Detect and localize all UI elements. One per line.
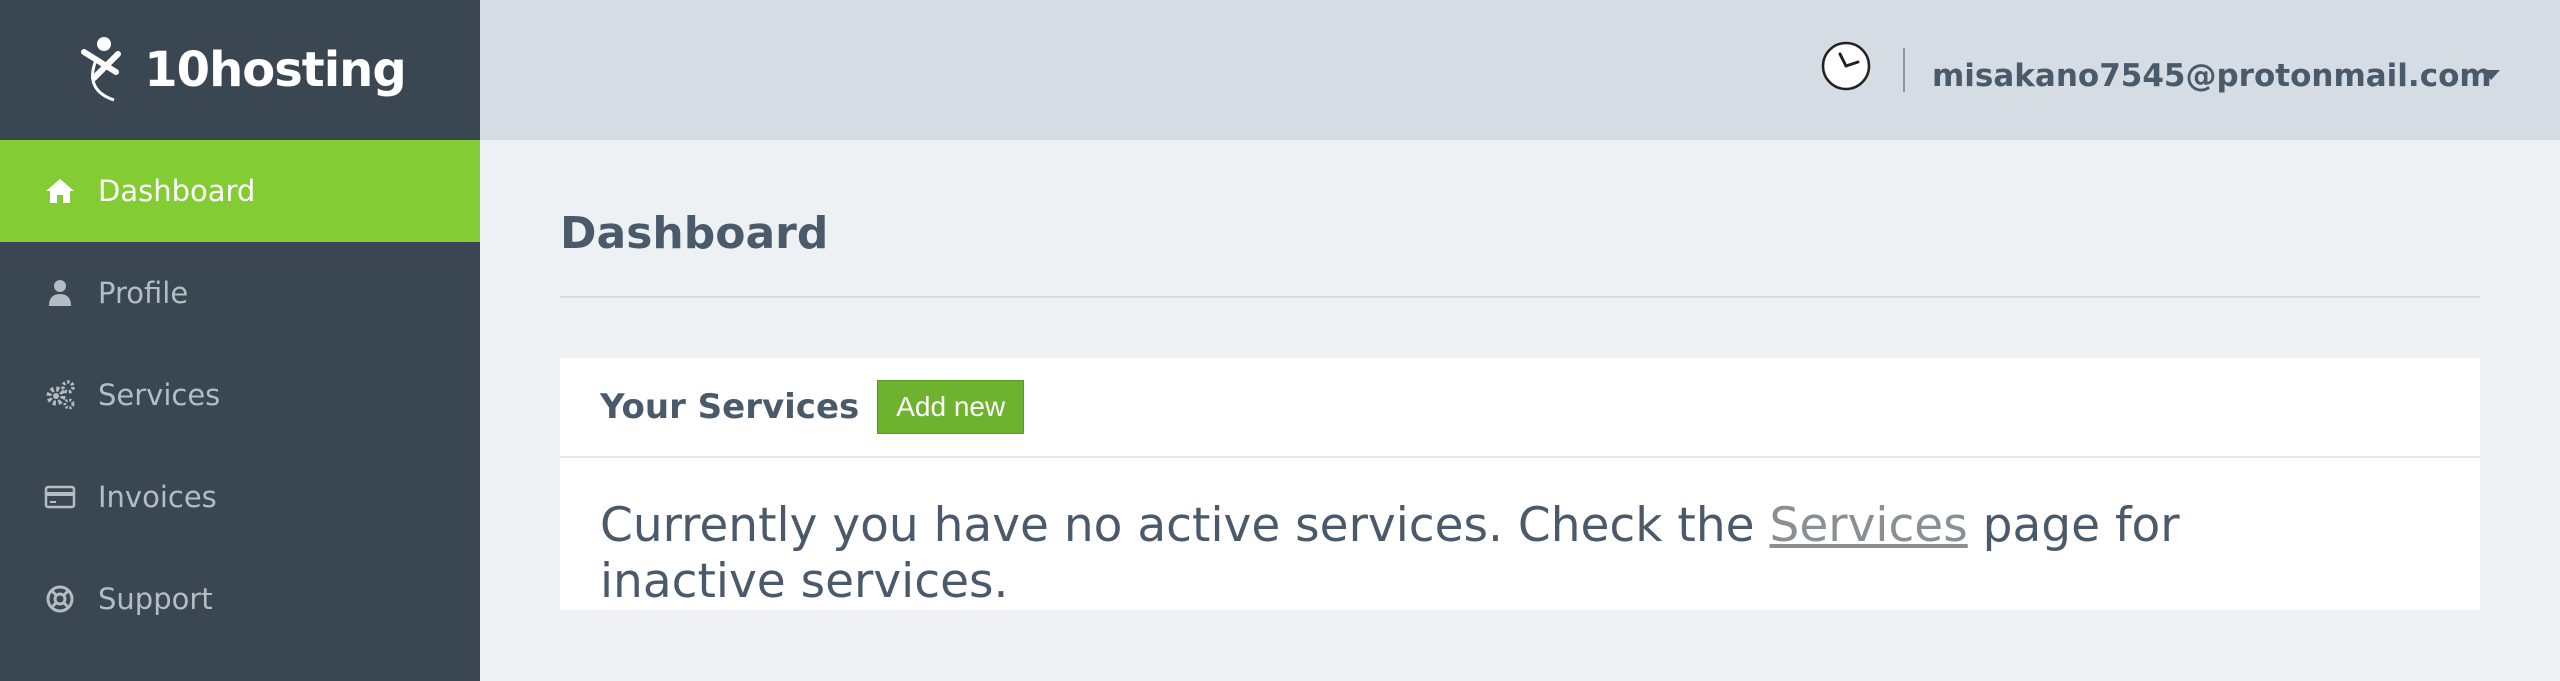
- sidebar-item-label: Profile: [98, 276, 189, 310]
- sidebar-item-support[interactable]: Support: [0, 548, 480, 650]
- sidebar-item-label: Dashboard: [98, 174, 256, 208]
- user-icon: [42, 275, 78, 311]
- title-divider: [560, 296, 2480, 298]
- logo-mark-icon: [81, 37, 122, 102]
- services-panel-title: Your Services: [600, 387, 860, 427]
- logo-text: 10hosting: [144, 42, 406, 98]
- sidebar-item-label: Services: [98, 378, 221, 412]
- brand-logo[interactable]: 10hosting: [0, 0, 480, 140]
- gears-icon: [42, 377, 78, 413]
- credit-card-icon: [42, 479, 78, 515]
- services-link[interactable]: Services: [1770, 498, 1968, 553]
- sidebar-item-invoices[interactable]: Invoices: [0, 446, 480, 548]
- sidebar-item-profile[interactable]: Profile: [0, 242, 480, 344]
- message-prefix: Currently you have no active services. C…: [600, 498, 1770, 553]
- sidebar-item-dashboard[interactable]: Dashboard: [0, 140, 480, 242]
- services-panel: Your Services Add new Currently you have…: [560, 358, 2480, 610]
- sidebar-item-label: Support: [98, 582, 213, 616]
- home-icon: [42, 173, 78, 209]
- add-new-button[interactable]: Add new: [877, 380, 1025, 434]
- header-divider: [1903, 48, 1905, 92]
- header-bar: misakano7545@protonmail.com: [480, 0, 2560, 140]
- sidebar-item-label: Invoices: [98, 480, 217, 514]
- services-empty-message: Currently you have no active services. C…: [560, 458, 2380, 610]
- user-email[interactable]: misakano7545@protonmail.com: [1932, 58, 2492, 94]
- page-title: Dashboard: [560, 208, 829, 259]
- services-panel-header: Your Services Add new: [560, 358, 2480, 458]
- chevron-down-icon[interactable]: [2482, 70, 2500, 80]
- sidebar: 10hosting Dashboard Profile Services Inv: [0, 0, 480, 681]
- lifebuoy-icon: [42, 581, 78, 617]
- sidebar-item-services[interactable]: Services: [0, 344, 480, 446]
- clock-icon[interactable]: [1820, 40, 1872, 92]
